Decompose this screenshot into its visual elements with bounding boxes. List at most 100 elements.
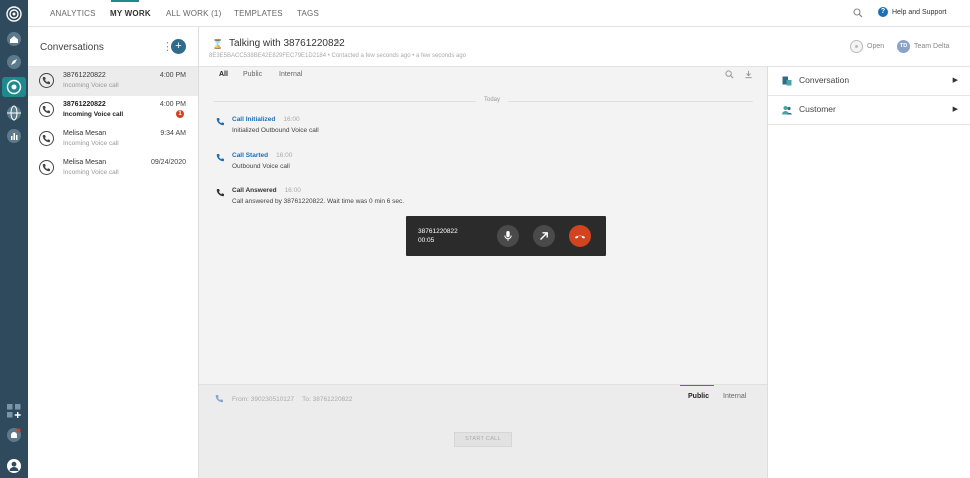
conversations-title: Conversations <box>40 42 104 53</box>
conversation-subtitle: Incoming Voice call <box>63 111 124 118</box>
conversation-name: 38761220822 <box>63 72 106 79</box>
home-icon[interactable] <box>6 31 22 47</box>
details-panel: Conversation ▶ Customer ▶ <box>767 67 970 478</box>
event-title: Call Answered 16:00 <box>232 187 301 194</box>
composer-tab-public[interactable]: Public <box>688 393 709 400</box>
conversation-header: ⌛ Talking with 38761220822 ✎ 8E3E5BACC53… <box>199 27 970 67</box>
status-icon <box>850 40 863 53</box>
edit-icon[interactable]: ✎ <box>334 38 341 47</box>
panel-item-label: Customer <box>799 104 836 114</box>
status-toggle[interactable]: Open <box>850 40 884 53</box>
conversation-list: Conversations ⋮ + 38761220822 Incoming V… <box>28 27 199 478</box>
event-description: Outbound Voice call <box>232 163 290 170</box>
event-title: Call Initialized 16:00 <box>232 116 300 123</box>
event-time: 16:00 <box>276 152 293 159</box>
call-composer: From: 390230510127 To: 38761220822 Publi… <box>199 384 767 478</box>
day-label: Today <box>476 97 509 103</box>
event-description: Initialized Outbound Voice call <box>232 127 319 134</box>
caret-right-icon: ▶ <box>952 77 958 84</box>
conversation-subtitle: Incoming Voice call <box>63 169 119 176</box>
active-call-widget: 38761220822 00:05 <box>406 216 606 256</box>
call-outgoing-icon <box>216 117 225 129</box>
customer-icon <box>782 105 792 118</box>
help-and-support-link[interactable]: ? Help and Support <box>878 7 946 17</box>
tab-all-work[interactable]: ALL WORK (1) <box>166 9 221 18</box>
conversation-time: 09/24/2020 <box>150 159 186 166</box>
analytics-icon[interactable] <box>6 128 22 144</box>
conversation-name: Melisa Mesan <box>63 130 107 137</box>
to-number[interactable]: To: 38761220822 <box>302 396 352 403</box>
phone-icon <box>39 131 54 146</box>
notifications-icon[interactable] <box>6 427 22 443</box>
tab-internal[interactable]: Internal <box>279 71 302 78</box>
from-to-line: From: 390230510127 To: 38761220822 <box>215 394 352 405</box>
new-conversation-button[interactable]: + <box>171 39 186 54</box>
user-avatar-icon[interactable] <box>6 458 22 474</box>
conversation-details-icon <box>782 76 792 89</box>
search-icon[interactable] <box>853 8 863 21</box>
compass-icon[interactable] <box>6 54 22 70</box>
add-widget-icon[interactable] <box>6 403 22 419</box>
panel-item-label: Conversation <box>799 75 850 85</box>
from-number[interactable]: From: 390230510127 <box>232 396 294 403</box>
conversation-name: Melisa Mesan <box>63 159 107 166</box>
conversation-list-header: Conversations ⋮ + <box>28 27 198 67</box>
conversation-item[interactable]: Melisa Mesan Incoming Voice call 09/24/2… <box>28 154 198 183</box>
download-icon[interactable] <box>744 70 753 81</box>
call-number: 38761220822 <box>418 228 458 235</box>
phone-icon <box>39 102 54 117</box>
unread-badge: 1 <box>176 110 184 118</box>
help-icon: ? <box>878 7 888 17</box>
conversation-time: 4:00 PM <box>159 101 186 108</box>
caret-right-icon: ▶ <box>952 106 958 113</box>
globe-icon[interactable] <box>6 105 22 121</box>
conversation-item[interactable]: 38761220822 Incoming Voice call 4:00 PM … <box>28 96 198 125</box>
conversation-subtitle: Incoming Voice call <box>63 140 119 147</box>
event-title: Call Started 16:00 <box>232 152 293 159</box>
conversation-item[interactable]: 38761220822 Incoming Voice call 4:00 PM <box>28 67 198 96</box>
panel-item-customer[interactable]: Customer ▶ <box>768 96 970 125</box>
active-tab-underline <box>111 0 139 2</box>
conversation-time: 9:34 AM <box>160 130 186 137</box>
top-nav: ANALYTICS MY WORK ALL WORK (1) TEMPLATES… <box>28 0 970 27</box>
panel-item-conversation[interactable]: Conversation ▶ <box>768 67 970 96</box>
tab-all[interactable]: All <box>219 71 228 78</box>
tab-analytics[interactable]: ANALYTICS <box>50 9 96 18</box>
conversations-icon[interactable] <box>6 79 22 95</box>
day-separator: Today <box>213 97 753 103</box>
left-rail <box>0 0 28 478</box>
event-description: Call answered by 38761220822. Wait time … <box>232 198 405 205</box>
timeline-search-icon[interactable] <box>725 70 734 81</box>
tab-templates[interactable]: TEMPLATES <box>234 9 283 18</box>
phone-icon <box>215 394 224 405</box>
status-label: Open <box>867 43 885 50</box>
call-outgoing-icon <box>216 153 225 165</box>
phone-icon <box>39 73 54 88</box>
app-logo-icon[interactable] <box>6 6 22 22</box>
team-avatar: TD <box>897 40 910 53</box>
conversation-item[interactable]: Melisa Mesan Incoming Voice call 9:34 AM <box>28 125 198 154</box>
help-label: Help and Support <box>892 8 947 16</box>
tab-tags[interactable]: TAGS <box>297 9 319 18</box>
event-time: 16:00 <box>283 116 300 123</box>
tab-my-work[interactable]: MY WORK <box>110 9 151 18</box>
composer-tab-internal[interactable]: Internal <box>723 393 746 400</box>
timeline-tabs: All Public Internal <box>199 67 767 84</box>
start-call-button[interactable]: START CALL <box>454 432 512 447</box>
team-label: Team Delta <box>914 43 950 50</box>
conversation-meta: 8E3E5BACC538BE42E829FEC79E1D2184 • Conta… <box>209 53 467 59</box>
tab-public[interactable]: Public <box>243 71 262 78</box>
conversation-time: 4:00 PM <box>159 72 186 79</box>
team-selector[interactable]: TD Team Delta <box>897 40 949 53</box>
event-time: 16:00 <box>284 187 301 194</box>
page-title: Talking with 38761220822 <box>229 38 345 49</box>
hang-up-button[interactable] <box>569 225 591 247</box>
hourglass-icon: ⌛ <box>212 39 224 49</box>
active-composer-tab-underline <box>680 385 714 386</box>
mute-button[interactable] <box>497 225 519 247</box>
conversation-name: 38761220822 <box>63 101 106 108</box>
transfer-button[interactable] <box>533 225 555 247</box>
conversation-subtitle: Incoming Voice call <box>63 82 119 89</box>
call-duration: 00:05 <box>418 237 435 244</box>
phone-icon <box>39 160 54 175</box>
